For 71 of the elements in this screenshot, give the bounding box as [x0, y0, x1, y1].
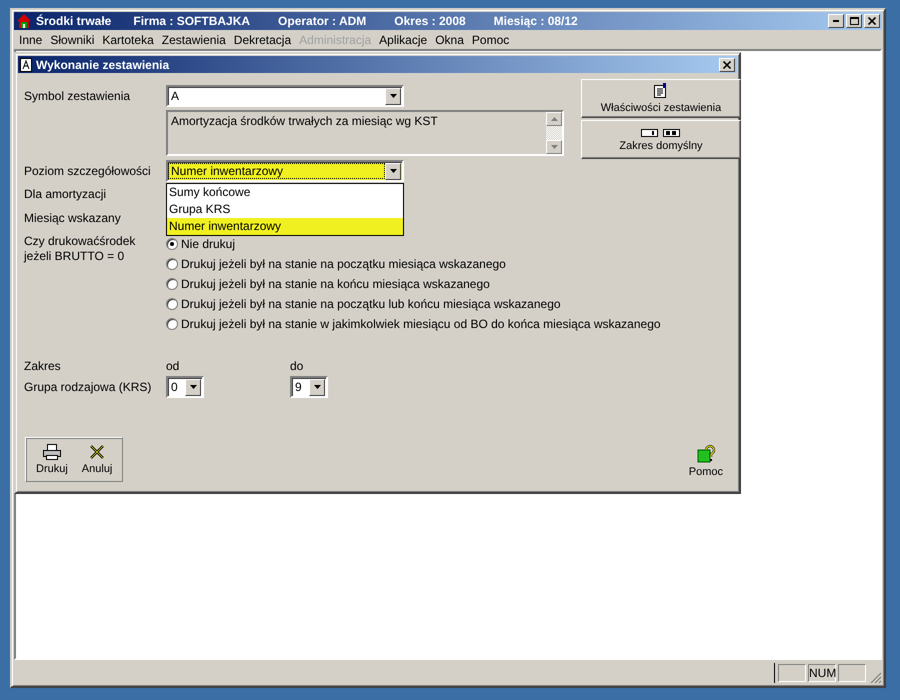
list-option[interactable]: Grupa KRS: [167, 201, 403, 218]
window-title: Środki trwałe: [36, 14, 112, 28]
menu-item[interactable]: Dekretacja: [230, 32, 296, 46]
maximize-icon: [850, 17, 858, 25]
dropdown-arrow-button[interactable]: [185, 378, 201, 396]
close-icon: [868, 17, 876, 25]
close-icon: [723, 60, 731, 68]
range-icon: [641, 128, 681, 136]
dialog-title: Wykonanie zestawienia: [36, 58, 170, 72]
title-info: Operator : ADM: [278, 14, 366, 28]
side-button[interactable]: Zakres domyślny: [581, 120, 741, 159]
field-label: Grupa rodzajowa (KRS): [24, 380, 152, 394]
list-option[interactable]: Numer inwentarzowy: [167, 218, 403, 235]
field-label: Zakres: [24, 359, 62, 373]
dropdown-arrow-button[interactable]: [309, 378, 325, 396]
field-label: Czy drukowaćśrodek jeżeli BRUTTO = 0: [24, 234, 136, 264]
house-icon: [16, 13, 32, 29]
column-label: od: [166, 359, 180, 373]
scroll-down-button[interactable]: [546, 140, 562, 154]
field-label: Poziom szczegółowości: [24, 164, 152, 178]
radio-button[interactable]: [166, 318, 178, 330]
help-icon: [696, 445, 715, 463]
field-label: Miesiąc wskazany: [24, 211, 122, 225]
dropdown-field[interactable]: 9: [290, 376, 328, 398]
field-label: Symbol zestawienia: [24, 89, 132, 103]
dropdown-field[interactable]: Numer inwentarzowy: [166, 160, 404, 182]
help-button[interactable]: Pomoc: [682, 442, 729, 482]
document-icon: [20, 58, 32, 72]
status-pane: NUM: [808, 664, 836, 682]
menu-item[interactable]: Inne: [15, 32, 46, 46]
radio-button[interactable]: [166, 278, 178, 290]
menu-item[interactable]: Słowniki: [46, 32, 98, 46]
dropdown-arrow-button[interactable]: [385, 88, 401, 104]
dropdown-field[interactable]: 0: [166, 376, 204, 398]
side-button[interactable]: Właściwości zestawienia: [581, 79, 741, 118]
scroll-up-button[interactable]: [546, 112, 562, 126]
radio-label: Drukuj jeżeli był na stanie w jakimkolwiek miesiącu od BO do końca miesiąca wskazanego: [181, 317, 661, 331]
close-button[interactable]: [864, 14, 880, 28]
menu-item[interactable]: Okna: [431, 32, 468, 46]
minimize-icon: [833, 20, 839, 22]
close-button[interactable]: [719, 58, 735, 72]
radio-label: Nie drukuj: [181, 237, 236, 251]
menu-item[interactable]: Aplikacje: [375, 32, 432, 46]
list-option[interactable]: Sumy końcowe: [167, 184, 403, 201]
radio-button[interactable]: [166, 298, 178, 310]
menu-item[interactable]: Pomoc: [468, 32, 514, 46]
radio-button[interactable]: [166, 238, 178, 250]
menu-item[interactable]: Zestawienia: [158, 32, 230, 46]
scrollbar[interactable]: [546, 112, 562, 154]
radio-button[interactable]: [166, 258, 178, 270]
print-button[interactable]: Drukuj: [30, 441, 74, 478]
title-info: Miesiąc : 08/12: [494, 14, 578, 28]
maximize-button[interactable]: [846, 14, 862, 28]
cancel-button[interactable]: Anuluj: [76, 441, 118, 478]
radio-label: Drukuj jeżeli był na stanie na początku miesiąca wskazanego: [181, 257, 506, 271]
dropdown-field[interactable]: A: [166, 85, 404, 107]
status-pane: [778, 664, 806, 682]
column-label: do: [290, 359, 304, 373]
field-label: Dla amortyzacji: [24, 187, 108, 201]
resize-grip-icon[interactable]: [868, 670, 882, 684]
menu-item[interactable]: Kartoteka: [98, 32, 158, 46]
printer-icon: [42, 444, 61, 460]
description-text: Amortyzacja środków trwałych za miesiąc wg KST: [170, 113, 439, 130]
minimize-button[interactable]: [828, 14, 844, 28]
radio-label: Drukuj jeżeli był na stanie na końcu miesiąca wskazanego: [181, 277, 490, 291]
dropdown-arrow-button[interactable]: [385, 162, 401, 180]
title-info: Firma : SOFTBAJKA: [133, 14, 250, 28]
status-pane: [838, 664, 866, 682]
x-mark-icon: [89, 444, 106, 460]
title-info: Okres : 2008: [394, 14, 466, 28]
radio-label: Drukuj jeżeli był na stanie na początku lub końcu miesiąca wskazanego: [181, 297, 561, 311]
